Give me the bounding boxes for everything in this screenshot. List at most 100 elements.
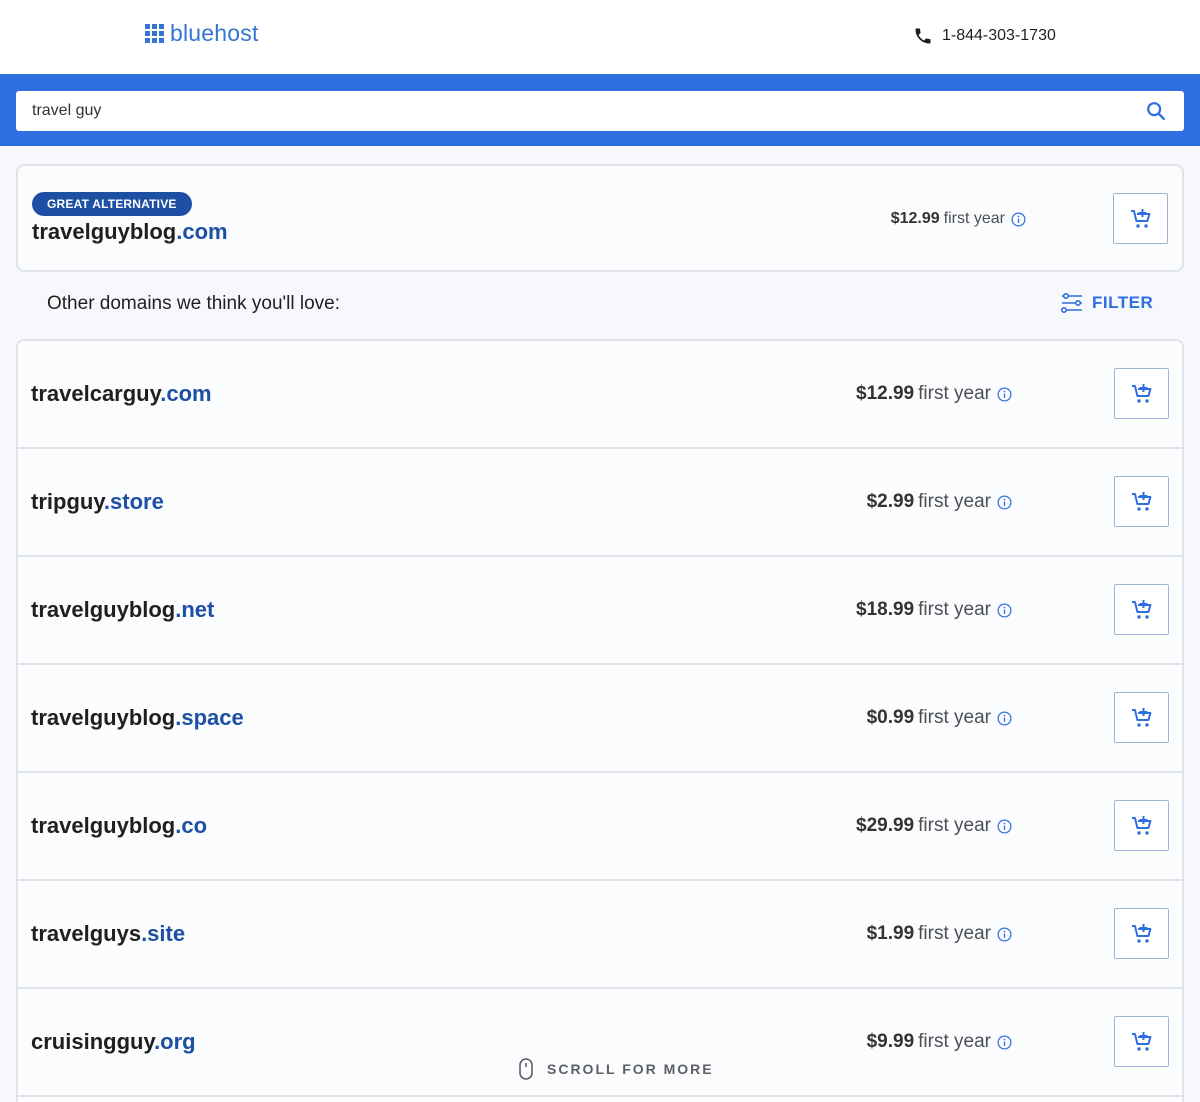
- scroll-hint-text: SCROLL FOR MORE: [547, 1061, 714, 1077]
- info-icon[interactable]: [997, 603, 1012, 618]
- domain-tld: .site: [141, 921, 186, 946]
- domain-result-row: travelguyblog.net $18.99 first year: [18, 557, 1182, 665]
- info-icon[interactable]: [997, 927, 1012, 942]
- featured-domain-name: travelguyblog.com: [32, 219, 228, 245]
- price-amount: $0.99: [866, 707, 915, 728]
- domain-price: $12.99 first year: [856, 383, 1012, 405]
- price-amount: $12.99: [890, 210, 940, 227]
- price-suffix: first year: [918, 491, 991, 512]
- grid-icon: [145, 24, 164, 43]
- price-amount: $12.99: [856, 383, 915, 404]
- domain-price: $0.99 first year: [867, 707, 1012, 729]
- domain-name-base: tripguy: [31, 489, 104, 514]
- domain-name-base: travelguys: [31, 921, 142, 946]
- add-to-cart-button[interactable]: [1114, 1016, 1169, 1067]
- domain-result-row: cruisingguy.org $9.99 first year: [18, 989, 1182, 1097]
- featured-domain-card: GREAT ALTERNATIVE travelguyblog.com $12.…: [16, 164, 1184, 272]
- filter-sliders-icon: [1060, 292, 1082, 313]
- domain-name-base: travelguyblog: [31, 813, 176, 838]
- logo-text: bluehost: [170, 20, 259, 46]
- mouse-icon: [519, 1058, 533, 1080]
- domain-name: travelcarguy.com: [31, 381, 212, 407]
- domain-results-list: travelcarguy.com $12.99 first year tripguy.…: [16, 339, 1184, 1102]
- info-icon[interactable]: [997, 387, 1012, 402]
- search-icon[interactable]: [1144, 99, 1168, 123]
- add-to-cart-button[interactable]: [1114, 800, 1169, 851]
- add-to-cart-button[interactable]: [1114, 908, 1169, 959]
- add-to-cart-button[interactable]: [1114, 692, 1169, 743]
- phone-icon: [915, 28, 931, 44]
- info-icon[interactable]: [997, 495, 1012, 510]
- add-to-cart-icon: [1131, 815, 1151, 835]
- domain-price: $18.99 first year: [856, 599, 1012, 621]
- price-suffix: first year: [918, 599, 991, 620]
- add-to-cart-button[interactable]: [1114, 368, 1169, 419]
- domain-name-base: travelguyblog: [31, 705, 176, 730]
- domain-price: $29.99 first year: [856, 815, 1012, 837]
- site-header: bluehost 1-844-303-1730: [0, 0, 1200, 74]
- add-to-cart-button[interactable]: [1114, 584, 1169, 635]
- add-to-cart-icon: [1131, 491, 1151, 511]
- price-amount: $9.99: [866, 1031, 915, 1052]
- search-box: [16, 91, 1184, 131]
- scroll-for-more-hint: SCROLL FOR MORE: [519, 1058, 714, 1080]
- domain-tld: .store: [103, 489, 164, 514]
- domain-name: travelguyblog.co: [31, 813, 207, 839]
- phone-link[interactable]: 1-844-303-1730: [913, 26, 1056, 46]
- other-domains-heading: Other domains we think you'll love:: [47, 293, 340, 314]
- domain-tld: .com: [160, 381, 212, 406]
- add-to-cart-button[interactable]: [1113, 193, 1168, 244]
- add-to-cart-icon: [1131, 923, 1151, 943]
- domain-price: $2.99 first year: [867, 491, 1012, 513]
- add-to-cart-icon: [1131, 1031, 1151, 1051]
- phone-number: 1-844-303-1730: [942, 27, 1056, 44]
- price-suffix: first year: [918, 383, 991, 404]
- domain-name: cruisingguy.org: [31, 1029, 196, 1055]
- domain-tld: .net: [175, 597, 215, 622]
- add-to-cart-icon: [1131, 707, 1151, 727]
- bluehost-logo[interactable]: bluehost: [145, 20, 259, 47]
- domain-result-row: travelcarguy.com $12.99 first year: [18, 341, 1182, 449]
- add-to-cart-icon: [1131, 383, 1151, 403]
- domain-tld: .com: [176, 219, 228, 244]
- price-amount: $1.99: [866, 923, 915, 944]
- domain-name: travelguyblog.net: [31, 597, 214, 623]
- domain-name-base: travelguyblog: [31, 597, 176, 622]
- domain-result-row: travelguyblog.co $29.99 first year: [18, 773, 1182, 881]
- search-bar-section: [0, 74, 1200, 146]
- price-suffix: first year: [918, 815, 991, 836]
- price-suffix: first year: [943, 210, 1005, 227]
- info-icon[interactable]: [997, 1035, 1012, 1050]
- price-suffix: first year: [918, 1031, 991, 1052]
- domain-name-base: cruisingguy: [31, 1029, 155, 1054]
- add-to-cart-button[interactable]: [1114, 476, 1169, 527]
- price-suffix: first year: [918, 707, 991, 728]
- info-icon[interactable]: [997, 711, 1012, 726]
- domain-name: travelguys.site: [31, 921, 185, 947]
- price-amount: $2.99: [866, 491, 915, 512]
- info-icon[interactable]: [997, 819, 1012, 834]
- filter-label: FILTER: [1092, 293, 1154, 312]
- price-amount: $29.99: [856, 815, 915, 836]
- domain-result-row: travelguyblog.space $0.99 first year: [18, 665, 1182, 773]
- info-icon[interactable]: [1011, 212, 1026, 227]
- domain-name-base: travelguyblog: [32, 219, 177, 244]
- domain-name-base: travelcarguy: [31, 381, 161, 406]
- filter-button[interactable]: FILTER: [1060, 291, 1153, 315]
- add-to-cart-icon: [1131, 599, 1151, 619]
- domain-search-input[interactable]: [32, 102, 1144, 120]
- domain-tld: .co: [175, 813, 208, 838]
- price-suffix: first year: [918, 923, 991, 944]
- domain-result-row: tripguy.store $2.99 first year: [18, 449, 1182, 557]
- featured-price: $12.99 first year: [891, 210, 1026, 228]
- domain-price: $9.99 first year: [867, 1031, 1012, 1053]
- domain-tld: .space: [175, 705, 244, 730]
- domain-tld: .org: [154, 1029, 196, 1054]
- add-to-cart-icon: [1130, 208, 1150, 228]
- domain-name: travelguyblog.space: [31, 705, 244, 731]
- domain-name: tripguy.store: [31, 489, 164, 515]
- domain-price: $1.99 first year: [867, 923, 1012, 945]
- domain-result-row: travelguys.site $1.99 first year: [18, 881, 1182, 989]
- price-amount: $18.99: [856, 599, 915, 620]
- great-alternative-badge: GREAT ALTERNATIVE: [32, 192, 192, 216]
